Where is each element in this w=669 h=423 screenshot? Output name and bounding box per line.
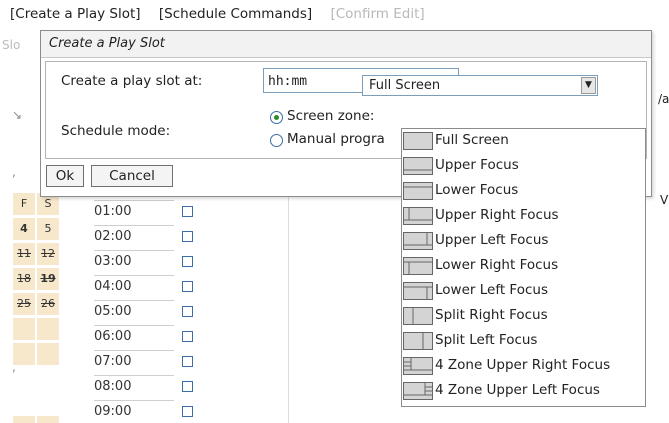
- calendar-day[interactable]: 19: [37, 268, 59, 290]
- time-slot-checkbox[interactable]: [182, 406, 193, 417]
- time-slot-label: 08:00: [94, 375, 174, 398]
- create-at-label: Create a play slot at:: [61, 73, 203, 89]
- time-slot-label: 03:00: [94, 250, 174, 273]
- split-right-focus-layout-icon: [403, 307, 433, 325]
- time-slot-label: 05:00: [94, 300, 174, 323]
- zone-option-lower-focus[interactable]: Lower Focus: [402, 179, 645, 204]
- zone-option-label: 4 Zone Upper Left Focus: [435, 382, 600, 398]
- zone-option-label: Lower Left Focus: [435, 282, 548, 298]
- background-tick-mark: ,: [12, 165, 16, 179]
- screen-zone-radio[interactable]: [270, 111, 283, 124]
- upper-focus-layout-icon: [403, 157, 433, 175]
- zone-option-label: Upper Left Focus: [435, 232, 549, 248]
- zone-option-lower-right-focus[interactable]: Lower Right Focus: [402, 254, 645, 279]
- screen-zone-select[interactable]: Full Screen ▼: [362, 75, 598, 96]
- zone-option-full-screen[interactable]: Full Screen: [402, 129, 645, 154]
- zone-option-4-zone-upper-left-focus[interactable]: 4 Zone Upper Left Focus: [402, 379, 645, 404]
- background-fragment: /a: [658, 92, 669, 106]
- time-slot-label: 01:00: [94, 200, 174, 223]
- column-divider: [288, 195, 289, 423]
- background-arrow-icon: ↘: [12, 108, 23, 122]
- time-slot-label: 06:00: [94, 325, 174, 348]
- full-screen-layout-icon: [403, 132, 433, 150]
- calendar-day[interactable]: 12: [37, 243, 59, 265]
- top-menu: [Create a Play Slot] [Schedule Commands]…: [10, 6, 439, 22]
- screen-zone-options-list: Full Screen Upper Focus Lower Focus Uppe…: [401, 128, 646, 407]
- lower-right-focus-layout-icon: [403, 257, 433, 275]
- zone-option-4-zone-upper-right-focus[interactable]: 4 Zone Upper Right Focus: [402, 354, 645, 379]
- time-slot-checkbox[interactable]: [182, 331, 193, 342]
- zone-option-label: 4 Zone Upper Right Focus: [435, 357, 611, 373]
- time-slot-checkbox[interactable]: [182, 306, 193, 317]
- calendar-empty-cell: [37, 416, 59, 423]
- time-slot-checkbox[interactable]: [182, 281, 193, 292]
- chevron-down-icon[interactable]: ▼: [581, 77, 596, 94]
- zone-option-split-left-focus[interactable]: Split Left Focus: [402, 329, 645, 354]
- upper-left-focus-layout-icon: [403, 232, 433, 250]
- background-slot-label: Slo: [2, 38, 21, 52]
- dialog-title: Create a Play Slot: [41, 31, 651, 58]
- calendar-empty-cell: [37, 318, 59, 340]
- calendar-empty-cell: [13, 416, 35, 423]
- schedule-commands-link[interactable]: [Schedule Commands]: [159, 6, 312, 22]
- upper-right-focus-layout-icon: [403, 207, 433, 225]
- zone-option-upper-focus[interactable]: Upper Focus: [402, 154, 645, 179]
- time-slot-checkbox[interactable]: [182, 231, 193, 242]
- time-slot-label: 04:00: [94, 275, 174, 298]
- calendar-day[interactable]: 4: [13, 218, 35, 240]
- four-zone-upper-left-layout-icon: [403, 382, 433, 400]
- zone-option-lower-left-focus[interactable]: Lower Left Focus: [402, 279, 645, 304]
- calendar-day-header: F: [13, 193, 35, 215]
- calendar-day[interactable]: 25: [13, 293, 35, 315]
- time-slot-checkbox[interactable]: [182, 356, 193, 367]
- split-left-focus-layout-icon: [403, 332, 433, 350]
- zone-option-split-right-focus[interactable]: Split Right Focus: [402, 304, 645, 329]
- calendar-empty-cell: [13, 318, 35, 340]
- calendar-empty-cell: [37, 343, 59, 365]
- create-play-slot-link[interactable]: [Create a Play Slot]: [10, 6, 141, 22]
- time-slot-checkbox[interactable]: [182, 206, 193, 217]
- cancel-button[interactable]: Cancel: [91, 165, 173, 187]
- lower-left-focus-layout-icon: [403, 282, 433, 300]
- zone-option-label: Lower Focus: [435, 182, 519, 198]
- calendar-day[interactable]: 11: [13, 243, 35, 265]
- screen-zone-selected-value: Full Screen: [369, 78, 441, 93]
- schedule-mode-label: Schedule mode:: [61, 123, 171, 139]
- zone-option-label: Split Left Focus: [435, 332, 538, 348]
- zone-option-upper-left-focus[interactable]: Upper Left Focus: [402, 229, 645, 254]
- ok-button[interactable]: Ok: [46, 165, 84, 187]
- time-slot-label: 09:00: [94, 400, 174, 423]
- lower-focus-layout-icon: [403, 182, 433, 200]
- time-slot-checkbox[interactable]: [182, 256, 193, 267]
- zone-option-label: Lower Right Focus: [435, 257, 559, 273]
- zone-option-upper-right-focus[interactable]: Upper Right Focus: [402, 204, 645, 229]
- confirm-edit-link: [Confirm Edit]: [330, 6, 425, 22]
- calendar-day[interactable]: 26: [37, 293, 59, 315]
- zone-option-label: Split Right Focus: [435, 307, 548, 323]
- time-slot-label: 07:00: [94, 350, 174, 373]
- zone-option-label: Full Screen: [435, 132, 509, 148]
- zone-option-label: Upper Right Focus: [435, 207, 559, 223]
- time-slot-label: 02:00: [94, 225, 174, 248]
- screen-zone-label: Screen zone:: [287, 108, 375, 124]
- calendar-day[interactable]: 5: [37, 218, 59, 240]
- manual-program-label: Manual progra: [287, 131, 385, 147]
- calendar-day[interactable]: 18: [13, 268, 35, 290]
- manual-program-radio[interactable]: [270, 134, 283, 147]
- calendar-empty-cell: [13, 343, 35, 365]
- zone-option-label: Upper Focus: [435, 157, 519, 173]
- time-slot-checkbox[interactable]: [182, 381, 193, 392]
- four-zone-upper-right-layout-icon: [403, 357, 433, 375]
- background-fragment: V: [660, 193, 669, 207]
